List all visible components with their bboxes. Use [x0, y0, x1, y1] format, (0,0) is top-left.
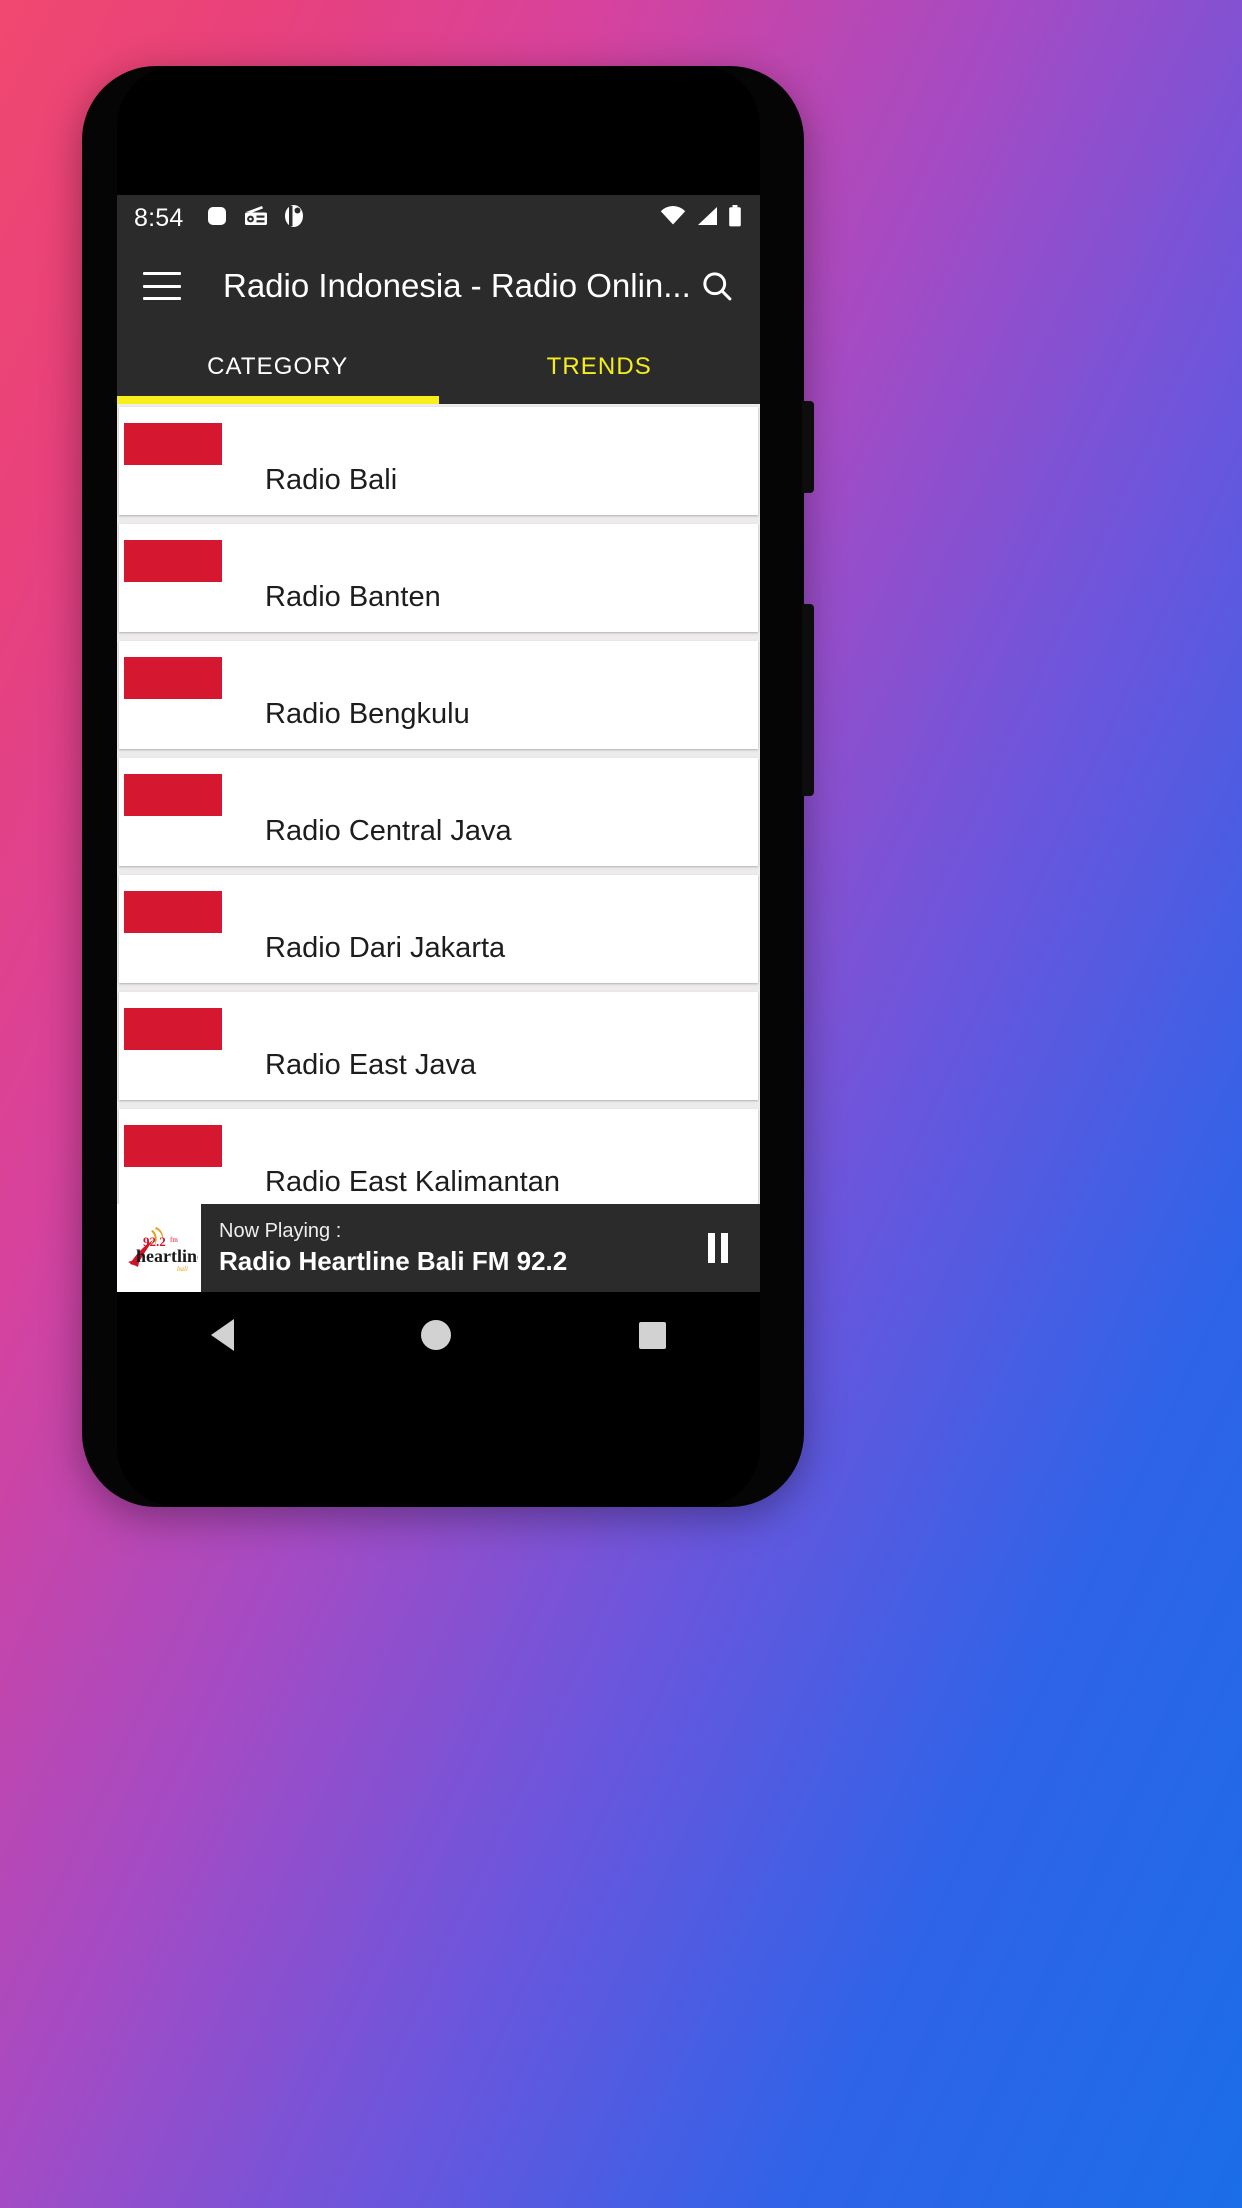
indonesia-flag-icon	[124, 891, 222, 933]
list-item-label: Radio Central Java	[265, 815, 512, 847]
media-icon	[283, 204, 305, 233]
indonesia-flag-icon	[124, 540, 222, 582]
tab-trends[interactable]: TRENDS	[439, 330, 761, 404]
back-triangle-icon[interactable]	[210, 1319, 234, 1351]
list-item[interactable]: Radio East Java	[119, 992, 758, 1100]
svg-text:fm: fm	[170, 1236, 178, 1244]
device-power-button	[802, 604, 814, 796]
app-toolbar: Radio Indonesia - Radio Onlin...	[117, 242, 760, 330]
indonesia-flag-icon	[124, 657, 222, 699]
now-playing-label: Now Playing :	[219, 1219, 342, 1242]
tab-category[interactable]: CATEGORY	[117, 330, 439, 404]
svg-text:bali: bali	[177, 1265, 188, 1273]
list-item[interactable]: Radio East Kalimantan	[119, 1109, 758, 1217]
now-playing-text: Now Playing : Radio Heartline Bali FM 92…	[201, 1204, 676, 1292]
app-screen: 8:54 Radio Indonesia - Radio Onlin... CA…	[117, 195, 760, 1292]
signal-icon	[695, 206, 719, 231]
battery-icon	[728, 205, 742, 232]
list-item-label: Radio Dari Jakarta	[265, 932, 506, 964]
now-playing-bar[interactable]: 92.2 fm heartline bali Now Playing : Rad…	[117, 1204, 760, 1292]
tab-bar: CATEGORY TRENDS	[117, 330, 760, 404]
hamburger-menu-icon[interactable]	[143, 272, 181, 300]
pause-icon[interactable]	[676, 1204, 760, 1292]
device-volume-button	[802, 401, 814, 493]
list-item-label: Radio Bali	[265, 464, 398, 496]
indonesia-flag-icon	[124, 1008, 222, 1050]
list-item[interactable]: Radio Bengkulu	[119, 641, 758, 749]
system-navigation-bar	[117, 1292, 760, 1378]
search-icon[interactable]	[694, 263, 740, 309]
list-item-label: Radio Bengkulu	[265, 698, 470, 730]
phone-device: 8:54 Radio Indonesia - Radio Onlin... CA…	[82, 66, 814, 1507]
list-item[interactable]: Radio Bali	[119, 407, 758, 515]
indonesia-flag-icon	[124, 423, 222, 465]
svg-text:heartline: heartline	[136, 1246, 198, 1266]
status-bar-system-icons	[660, 205, 742, 232]
recents-square-icon[interactable]	[639, 1321, 667, 1349]
list-item-label: Radio Banten	[265, 581, 441, 613]
list-item[interactable]: Radio Banten	[119, 524, 758, 632]
indonesia-flag-icon	[124, 774, 222, 816]
list-item-label: Radio East Kalimantan	[265, 1166, 560, 1198]
wifi-icon	[660, 206, 686, 231]
tab-active-indicator	[117, 396, 439, 404]
status-bar-time: 8:54	[134, 204, 184, 232]
page-title: Radio Indonesia - Radio Onlin...	[223, 267, 688, 304]
category-list[interactable]: Radio Bali Radio Banten Radio Bengkulu R…	[117, 404, 760, 1292]
status-bar: 8:54	[117, 195, 760, 242]
radio-icon	[243, 204, 269, 233]
app-square-icon	[205, 204, 229, 233]
indonesia-flag-icon	[124, 1125, 222, 1167]
list-item[interactable]: Radio Central Java	[119, 758, 758, 866]
list-item-label: Radio East Java	[265, 1049, 477, 1081]
home-circle-icon[interactable]	[421, 1320, 452, 1350]
station-logo: 92.2 fm heartline bali	[117, 1204, 201, 1292]
status-bar-notification-icons	[205, 204, 305, 233]
now-playing-title: Radio Heartline Bali FM 92.2	[219, 1245, 568, 1276]
list-item[interactable]: Radio Dari Jakarta	[119, 875, 758, 983]
